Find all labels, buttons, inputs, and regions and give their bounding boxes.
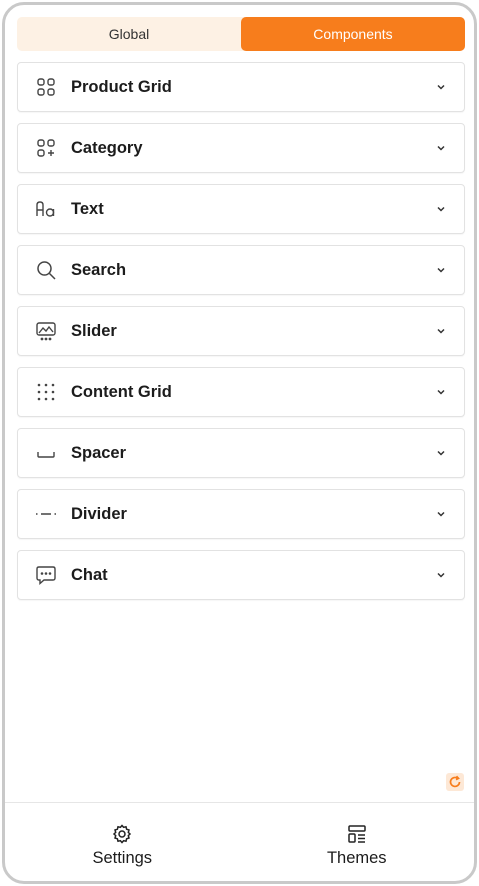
themes-label: Themes [326, 849, 387, 867]
tab-components[interactable]: Components [241, 17, 465, 51]
component-search[interactable]: Search [17, 245, 465, 295]
refresh-icon [449, 775, 461, 788]
chevron-down-icon[interactable] [434, 385, 448, 399]
nav-settings[interactable]: Settings [5, 803, 240, 881]
component-list: Product Grid Category Text Search Slider… [17, 62, 465, 611]
app-frame: Global Components Product Grid Category … [2, 2, 477, 884]
grid-icon [35, 76, 57, 98]
component-label: Slider [71, 321, 117, 340]
text-icon [35, 198, 57, 220]
component-label: Divider [71, 504, 127, 523]
tab-global[interactable]: Global [17, 17, 241, 51]
settings-label: Settings [92, 849, 153, 867]
component-product-grid[interactable]: Product Grid [17, 62, 465, 112]
component-content-grid[interactable]: Content Grid [17, 367, 465, 417]
component-label: Spacer [71, 443, 127, 462]
bottom-navigation: Settings Themes [5, 802, 475, 881]
component-slider[interactable]: Slider [17, 306, 465, 356]
chevron-down-icon[interactable] [434, 141, 448, 155]
category-icon [35, 137, 57, 159]
divider-icon [35, 503, 57, 525]
component-text[interactable]: Text [17, 184, 465, 234]
themes-icon [348, 825, 366, 843]
component-chat[interactable]: Chat [17, 550, 465, 600]
component-label: Content Grid [71, 382, 172, 401]
component-label: Category [71, 138, 143, 157]
component-category[interactable]: Category [17, 123, 465, 173]
chat-icon [35, 564, 57, 586]
chevron-down-icon[interactable] [434, 507, 448, 521]
chevron-down-icon[interactable] [434, 324, 448, 338]
nav-themes[interactable]: Themes [240, 803, 475, 881]
component-label: Search [71, 260, 127, 279]
component-label: Chat [71, 565, 108, 584]
spacer-icon [35, 442, 57, 464]
chevron-down-icon[interactable] [434, 446, 448, 460]
search-icon [35, 259, 57, 281]
component-label: Text [71, 199, 104, 218]
component-spacer[interactable]: Spacer [17, 428, 465, 478]
chevron-down-icon[interactable] [434, 202, 448, 216]
component-divider[interactable]: Divider [17, 489, 465, 539]
dots-grid-icon [35, 381, 57, 403]
component-label: Product Grid [71, 77, 172, 96]
chevron-down-icon[interactable] [434, 263, 448, 277]
chevron-down-icon[interactable] [434, 568, 448, 582]
refresh-button[interactable] [446, 773, 464, 791]
slider-icon [35, 320, 57, 342]
chevron-down-icon[interactable] [434, 80, 448, 94]
gear-icon [113, 824, 132, 844]
tab-bar: Global Components [17, 17, 465, 51]
